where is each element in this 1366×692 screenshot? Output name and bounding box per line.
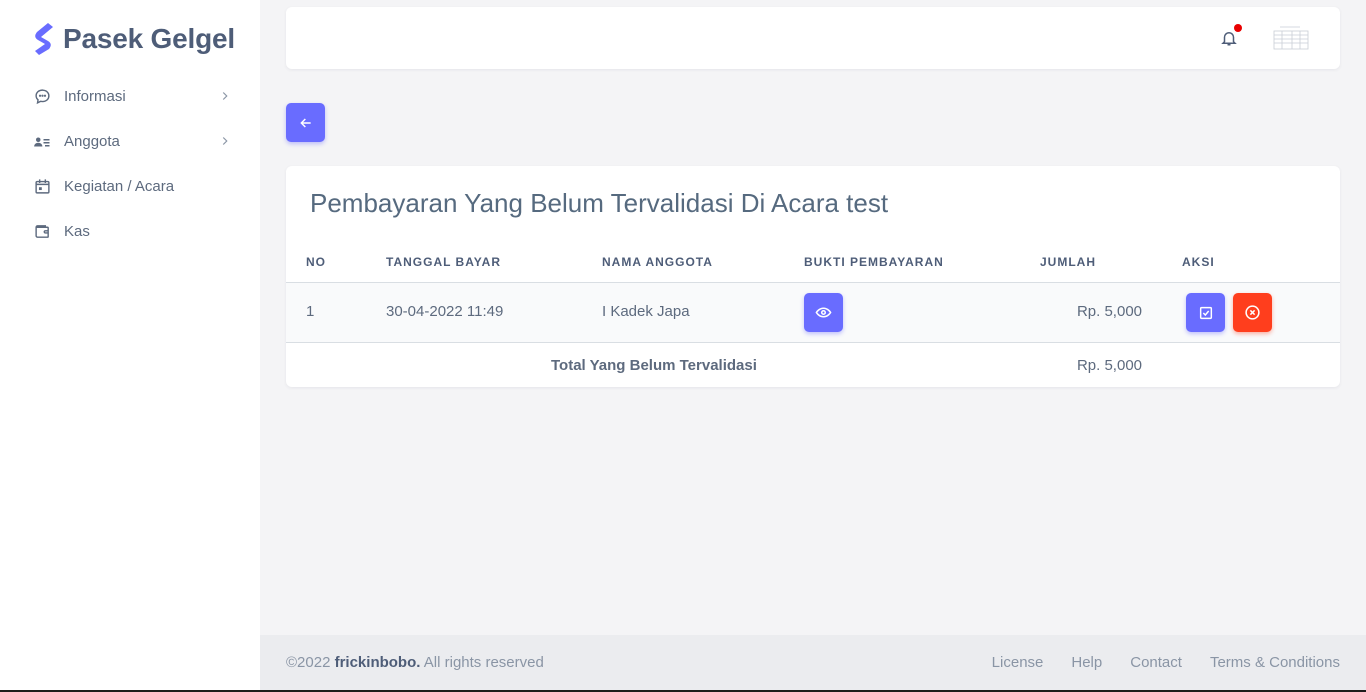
total-value: Rp. 5,000 <box>1076 357 1142 374</box>
sidebar-item-kas[interactable]: Kas <box>0 209 260 254</box>
payments-card: Pembayaran Yang Belum Tervalidasi Di Aca… <box>286 166 1340 387</box>
chevron-right-icon <box>222 92 228 100</box>
notification-dot <box>1234 24 1242 32</box>
arrow-left-icon <box>299 117 311 128</box>
wallet-icon <box>33 223 51 241</box>
copyright-text: All rights reserved <box>423 654 544 671</box>
brand-logo-icon <box>35 23 53 55</box>
validate-button[interactable] <box>1186 293 1225 332</box>
footer-link-license[interactable]: License <box>992 654 1044 671</box>
brand-name: Pasek Gelgel <box>63 23 235 54</box>
bell-icon[interactable] <box>1220 29 1238 47</box>
topbar <box>286 7 1340 69</box>
footer-link-terms[interactable]: Terms & Conditions <box>1210 654 1340 671</box>
footer-links: License Help Contact Terms & Conditions <box>992 654 1340 671</box>
view-proof-button[interactable] <box>804 293 843 332</box>
back-button[interactable] <box>286 103 325 142</box>
total-label: Total Yang Belum Tervalidasi <box>551 357 757 374</box>
cell-no: 1 <box>306 303 315 320</box>
sidebar-item-anggota[interactable]: Anggota <box>0 119 260 164</box>
column-header-nama: NAMA ANGGOTA <box>602 255 713 269</box>
footer-link-help[interactable]: Help <box>1071 654 1102 671</box>
reject-button[interactable] <box>1233 293 1272 332</box>
sidebar-item-informasi[interactable]: Informasi <box>0 74 260 119</box>
footer-link-contact[interactable]: Contact <box>1130 654 1182 671</box>
sidebar-item-label: Anggota <box>64 133 120 150</box>
x-circle-icon <box>1245 305 1260 320</box>
column-header-bukti: BUKTI PEMBAYARAN <box>804 255 944 269</box>
sidebar-item-label: Informasi <box>64 88 126 105</box>
brand[interactable]: Pasek Gelgel <box>32 22 235 56</box>
sidebar: Pasek Gelgel Informasi Anggota Kegiatan … <box>0 0 260 690</box>
table-row: 1 30-04-2022 11:49 I Kadek Japa Rp. 5,00… <box>286 283 1340 342</box>
chat-bubble-icon <box>33 88 51 106</box>
copyright-owner[interactable]: frickinbobo. <box>335 654 421 671</box>
column-header-no: NO <box>306 255 326 269</box>
sidebar-item-label: Kas <box>64 223 90 240</box>
check-square-icon <box>1199 306 1212 319</box>
calendar-icon <box>33 178 51 196</box>
eye-icon <box>815 307 832 318</box>
copyright-year: ©2022 <box>286 654 331 671</box>
chevron-right-icon <box>222 137 228 145</box>
column-header-aksi: AKSI <box>1182 255 1215 269</box>
cell-tanggal: 30-04-2022 11:49 <box>386 303 504 320</box>
column-header-jumlah: JUMLAH <box>1040 255 1096 269</box>
sidebar-nav: Informasi Anggota Kegiatan / Acara Kas <box>0 74 260 254</box>
footer: ©2022 frickinbobo. All rights reserved L… <box>260 635 1366 690</box>
user-list-icon <box>33 133 51 151</box>
divider <box>286 342 1340 343</box>
column-header-tanggal: TANGGAL BAYAR <box>386 255 502 269</box>
page-title: Pembayaran Yang Belum Tervalidasi Di Aca… <box>310 188 889 218</box>
sidebar-item-kegiatan[interactable]: Kegiatan / Acara <box>0 164 260 209</box>
sidebar-item-label: Kegiatan / Acara <box>64 178 175 195</box>
cell-nama: I Kadek Japa <box>602 303 690 320</box>
avatar[interactable] <box>1270 25 1312 53</box>
copyright: ©2022 frickinbobo. All rights reserved <box>286 654 544 671</box>
cell-jumlah: Rp. 5,000 <box>1076 303 1142 320</box>
